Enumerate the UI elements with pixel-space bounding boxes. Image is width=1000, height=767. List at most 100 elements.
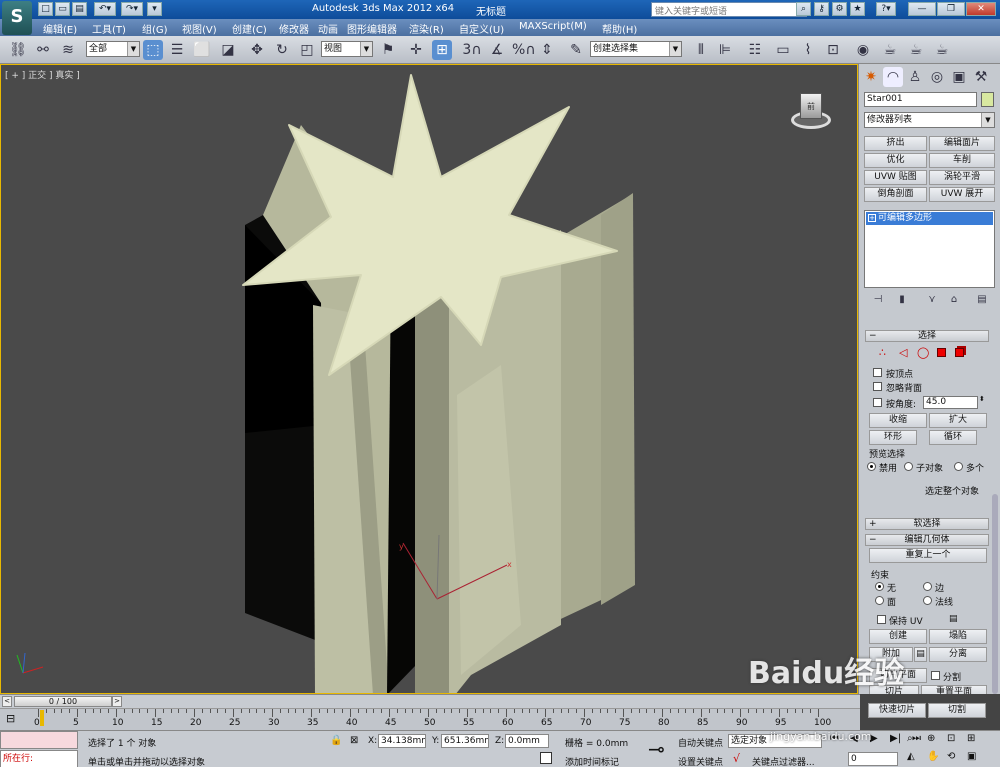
key-filters-button[interactable]: 关键点过滤器...	[752, 755, 815, 767]
orbit-icon[interactable]: ⟲	[947, 751, 955, 762]
time-tag-icon[interactable]	[540, 752, 552, 764]
render-production-icon[interactable]: ☕	[932, 40, 952, 60]
vertex-mode-icon[interactable]: ∴	[879, 346, 886, 359]
zoom-icon[interactable]: ⌕	[907, 733, 913, 744]
restore-icon[interactable]: ❐	[937, 2, 965, 16]
menu-help[interactable]: 帮助(H)	[602, 21, 637, 36]
create-button[interactable]: 创建	[869, 629, 927, 644]
search-box[interactable]: 键入关键字或短语	[651, 2, 807, 17]
current-frame-field[interactable]: 0	[848, 752, 898, 766]
constraint-face-radio[interactable]	[875, 596, 884, 605]
maximize-viewport-icon[interactable]: ▣	[967, 751, 976, 762]
key-icon[interactable]: ⚷	[814, 2, 829, 16]
mirror-icon[interactable]: ⫴	[691, 40, 711, 60]
modifier-stack[interactable]: + 可编辑多边形	[864, 210, 995, 288]
move-icon[interactable]: ✥	[247, 40, 267, 60]
bind-spacewarp-icon[interactable]: ≋	[58, 40, 78, 60]
set-key-label[interactable]: 设置关键点	[678, 755, 723, 767]
curve-editor-icon[interactable]: ⌇	[798, 40, 818, 60]
app-logo-icon[interactable]: S	[2, 1, 32, 35]
perspective-viewport[interactable]: [ + ] 正交 ] 真实 ] y x 前	[0, 64, 858, 694]
constraint-edge-radio[interactable]	[923, 582, 932, 591]
unlink-icon[interactable]: ⚯	[33, 40, 53, 60]
running-line[interactable]: 所在行:	[0, 750, 78, 767]
mod-button-uvw-map[interactable]: UVW 贴图	[864, 170, 927, 185]
element-mode-icon[interactable]	[955, 348, 964, 357]
motion-tab-icon[interactable]: ◎	[927, 67, 947, 87]
viewcube-icon[interactable]: 前	[791, 93, 831, 133]
stack-expand-icon[interactable]: +	[868, 214, 876, 222]
fov-icon[interactable]: ◭	[907, 751, 915, 762]
pivot-center-icon[interactable]: ⚑	[378, 40, 398, 60]
z-coordinate-field[interactable]: 0.0mm	[505, 734, 549, 748]
hierarchy-tab-icon[interactable]: ♙	[905, 67, 925, 87]
menu-animation[interactable]: 动画	[318, 21, 338, 36]
menu-maxscript[interactable]: MAXScript(M)	[519, 21, 587, 32]
selection-lock-icon[interactable]: 🔒	[330, 735, 342, 746]
keyboard-shortcut-icon[interactable]: ⊞	[432, 40, 452, 60]
ignore-backface-checkbox[interactable]	[873, 382, 882, 391]
rotate-icon[interactable]: ↻	[272, 40, 292, 60]
collapse-button[interactable]: 塌陷	[929, 629, 987, 644]
key-filter-curve-icon[interactable]: √	[733, 752, 740, 765]
detach-button[interactable]: 分离	[929, 647, 987, 662]
mod-button-unwrap-uvw[interactable]: UVW 展开	[929, 187, 995, 202]
constraint-none-radio[interactable]	[875, 582, 884, 591]
configure-sets-icon[interactable]: ▤	[972, 290, 992, 310]
zoom-extents-all-icon[interactable]: ⊞	[967, 733, 975, 744]
menu-edit[interactable]: 编辑(E)	[43, 21, 77, 36]
preview-off-radio[interactable]	[867, 462, 876, 471]
make-unique-icon[interactable]: ⋎	[922, 290, 942, 310]
select-object-icon[interactable]: ⬚	[143, 40, 163, 60]
show-end-result-icon[interactable]: ▮	[892, 290, 912, 310]
shrink-button[interactable]: 收缩	[869, 413, 927, 428]
link-icon[interactable]: ⛓	[8, 40, 28, 60]
stack-item-editable-poly[interactable]: + 可编辑多边形	[866, 212, 993, 225]
modifier-list-dropdown[interactable]: 修改器列表 ▼	[864, 112, 995, 128]
new-file-icon[interactable]: □	[38, 2, 53, 16]
edit-named-selection-icon[interactable]: ✎	[566, 40, 586, 60]
help-icon[interactable]: ?▾	[876, 2, 896, 16]
modify-tab-icon[interactable]: ◠	[883, 67, 903, 87]
cut-button[interactable]: 切割	[928, 703, 986, 718]
display-tab-icon[interactable]: ▣	[949, 67, 969, 87]
open-file-icon[interactable]: ▭	[55, 2, 70, 16]
selection-rollout-header[interactable]: − 选择	[865, 330, 989, 342]
repeat-last-button[interactable]: 重复上一个	[869, 548, 987, 563]
time-next-icon[interactable]: >	[112, 696, 122, 707]
layer-manager-icon[interactable]: ☷	[745, 40, 765, 60]
soft-selection-rollout-header[interactable]: + 软选择	[865, 518, 989, 530]
graphite-ribbon-icon[interactable]: ▭	[773, 40, 793, 60]
x-coordinate-field[interactable]: 34.138mm	[378, 734, 426, 748]
close-icon[interactable]: ✕	[966, 2, 996, 16]
save-file-icon[interactable]: ▤	[72, 2, 87, 16]
preserve-uv-checkbox[interactable]	[877, 615, 886, 624]
absolute-mode-icon[interactable]: ⊠	[350, 735, 358, 746]
render-setup-icon[interactable]: ☕	[880, 40, 900, 60]
mod-button-turbosmooth[interactable]: 涡轮平滑	[929, 170, 995, 185]
rendered-frame-icon[interactable]: ☕	[906, 40, 926, 60]
mod-button-edit-patch[interactable]: 编辑面片	[929, 136, 995, 151]
create-tab-icon[interactable]: ✷	[861, 67, 881, 87]
menu-customize[interactable]: 自定义(U)	[459, 21, 504, 36]
spinner-snap-icon[interactable]: ⇕	[537, 40, 557, 60]
by-angle-checkbox[interactable]	[873, 398, 882, 407]
by-vertex-checkbox[interactable]	[873, 368, 882, 377]
constraint-normal-radio[interactable]	[923, 596, 932, 605]
spinner-arrows-icon[interactable]: ⬍	[979, 395, 985, 403]
rectangle-selection-icon[interactable]: ⬜	[192, 40, 212, 60]
subscription-icon[interactable]: ⚙	[832, 2, 847, 16]
split-checkbox[interactable]	[931, 671, 940, 680]
named-selection-dropdown[interactable]: 创建选择集 ▼	[590, 41, 682, 57]
snaps-toggle-icon[interactable]: 3∩	[462, 40, 482, 60]
panel-scrollbar[interactable]	[992, 494, 998, 694]
maxscript-listener[interactable]	[0, 731, 78, 749]
edit-geometry-rollout-header[interactable]: − 编辑几何体	[865, 534, 989, 546]
grow-button[interactable]: 扩大	[929, 413, 987, 428]
menu-tools[interactable]: 工具(T)	[92, 21, 126, 36]
pin-stack-icon[interactable]: ⊣	[868, 290, 888, 310]
select-manipulate-icon[interactable]: ✛	[406, 40, 426, 60]
selection-filter-dropdown[interactable]: 全部 ▼	[86, 41, 140, 57]
reference-coord-dropdown[interactable]: 视图 ▼	[321, 41, 373, 57]
loop-button[interactable]: 循环	[929, 430, 977, 445]
